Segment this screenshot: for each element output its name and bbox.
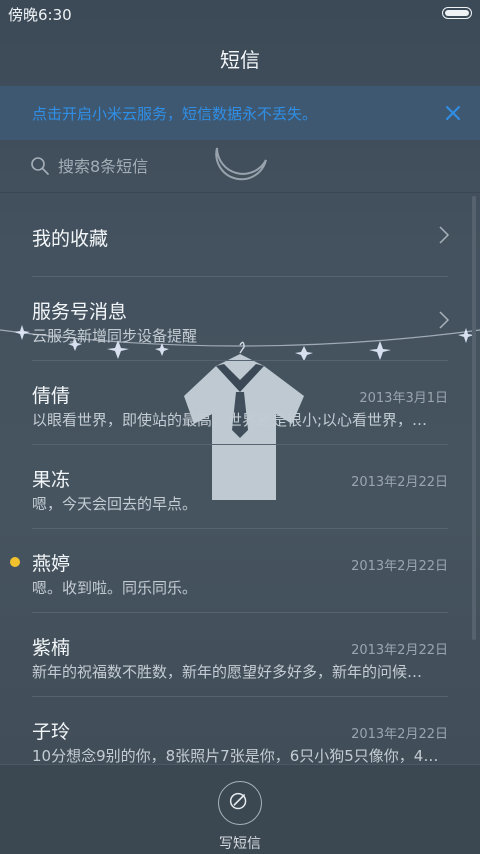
favorites-row[interactable]: 我的收藏 (0, 193, 480, 277)
message-date: 2013年3月1日 (359, 391, 448, 406)
contact-name: 果冻 (32, 469, 71, 491)
compose-label[interactable]: 写短信 (0, 833, 480, 853)
message-preview: 嗯。收到啦。同乐同乐。 (32, 579, 198, 597)
service-messages-preview: 云服务新增同步设备提醒 (32, 327, 198, 345)
message-preview: 10分想念9别的你，8张照片7张是你，6只小狗5只像你，4… (32, 747, 439, 765)
message-date: 2013年2月22日 (351, 475, 448, 490)
banner-text[interactable]: 点击开启小米云服务，短信数据永不丢失。 (32, 103, 317, 124)
conversation-row[interactable]: 燕婷 2013年2月22日 嗯。收到啦。同乐同乐。 (0, 529, 480, 613)
conversation-row[interactable]: 倩倩 2013年3月1日 以眼看世界，即使站的最高，世界还是很小;以心看世界，… (0, 361, 480, 445)
conversation-row[interactable]: 果冻 2013年2月22日 嗯，今天会回去的早点。 (0, 445, 480, 529)
scrollbar[interactable] (472, 196, 476, 640)
page-title: 短信 (220, 48, 260, 72)
service-messages-label: 服务号消息 (32, 301, 128, 323)
search-input[interactable] (58, 154, 418, 178)
message-preview: 新年的祝福数不胜数，新年的愿望好多好多，新年的问候… (32, 663, 423, 681)
message-date: 2013年2月22日 (351, 559, 448, 574)
message-preview: 以眼看世界，即使站的最高，世界还是很小;以心看世界，… (32, 411, 428, 429)
contact-name: 燕婷 (32, 553, 71, 575)
favorites-label: 我的收藏 (32, 228, 109, 250)
contact-name: 子玲 (32, 721, 71, 743)
compose-icon (229, 792, 247, 810)
message-preview: 嗯，今天会回去的早点。 (32, 495, 198, 513)
message-date: 2013年2月22日 (351, 727, 448, 742)
chevron-right-icon (439, 311, 450, 329)
status-time: 傍晚6:30 (8, 6, 72, 24)
bottom-bar: 写短信 (0, 764, 480, 854)
contact-name: 紫楠 (32, 637, 71, 659)
battery-icon (442, 7, 472, 19)
status-bar: 傍晚6:30 (0, 0, 480, 28)
search-bar[interactable] (0, 140, 480, 193)
unread-indicator (10, 557, 20, 567)
chevron-right-icon (439, 226, 450, 244)
search-icon (31, 157, 49, 175)
message-date: 2013年2月22日 (351, 643, 448, 658)
cloud-service-banner[interactable]: 点击开启小米云服务，短信数据永不丢失。 (0, 86, 480, 140)
service-messages-row[interactable]: 服务号消息 云服务新增同步设备提醒 (0, 277, 480, 361)
contact-name: 倩倩 (32, 385, 71, 407)
close-icon[interactable] (440, 100, 466, 126)
conversation-row[interactable]: 紫楠 2013年2月22日 新年的祝福数不胜数，新年的愿望好多好多，新年的问候… (0, 613, 480, 697)
compose-button[interactable] (218, 781, 262, 825)
